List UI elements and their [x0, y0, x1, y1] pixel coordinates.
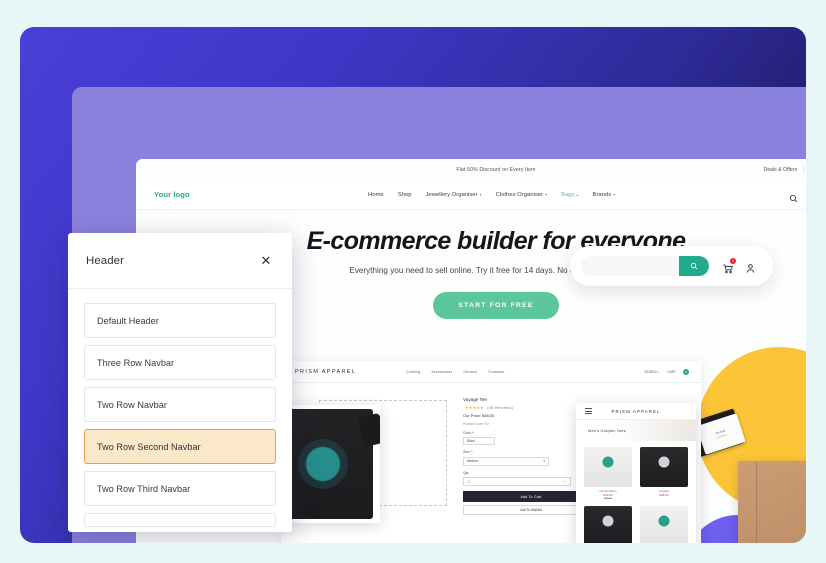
modal-title: Header [86, 254, 124, 267]
floating-widget-icons: 1 [722, 257, 756, 273]
nav-item-bags[interactable]: Bags ▴ [561, 192, 578, 198]
product-was-price: $38.00 [604, 497, 612, 500]
header-option-two-row-second-navbar[interactable]: Two Row Second Navbar [84, 429, 276, 464]
product-thumb [584, 447, 632, 487]
size-value: Medium [467, 459, 479, 463]
chevron-down-icon: ▾ [479, 192, 482, 197]
search-input[interactable] [581, 256, 679, 276]
chevron-down-icon: ▾ [613, 192, 616, 197]
nav-label: Bags [561, 191, 575, 198]
product-image-card [281, 405, 380, 523]
mobile-topbar: PRISM APPAREL [576, 403, 696, 420]
utility-links: Deals & Offers | About Us [763, 159, 806, 180]
list-item[interactable]: Constellation $29.00 $38.00 [584, 447, 632, 500]
nav-item-shop[interactable]: Shop [398, 192, 412, 198]
nav-item-clothes-organiser[interactable]: Clothes Organiser ▾ [496, 192, 548, 198]
chevron-down-icon: ▾ [545, 192, 548, 197]
list-item[interactable]: Halo $31.00 [640, 506, 688, 543]
promo-text: Flat 50% Discount on Every Item [456, 166, 536, 173]
site-logo[interactable]: Your logo [154, 190, 190, 199]
mobile-hero-label: Men's Graphic Tees [588, 428, 626, 433]
hamburger-menu-icon[interactable] [585, 406, 592, 415]
mockup-nav-clothing[interactable]: Clothing [406, 370, 420, 374]
account-icon[interactable] [745, 261, 756, 273]
chevron-down-icon: ▾ [543, 459, 545, 463]
hero-gradient-panel: Flat 50% Discount on Every Item Deals & … [20, 27, 806, 543]
nav-label: Home [368, 191, 384, 198]
review-count: (48 Reviews) [487, 405, 513, 410]
product-thumb [640, 506, 688, 543]
mockup-nav-right: SEARCH... CART 0 [644, 368, 689, 375]
site-utility-bar: Flat 50% Discount on Every Item Deals & … [136, 159, 806, 180]
nav-label: Clothes Organiser [495, 191, 544, 198]
mobile-brand: PRISM APPAREL [611, 408, 661, 414]
qty-value: 1 [468, 479, 470, 484]
cart-badge: 1 [730, 257, 736, 264]
floating-search-widget: 1 [570, 246, 773, 286]
search-submit-button[interactable] [679, 256, 709, 276]
modal-header: Header ✕ [68, 233, 292, 289]
mockup-brand: PRISM APPAREL [295, 368, 357, 375]
header-option-two-row-third-navbar[interactable]: Two Row Third Navbar [84, 471, 276, 506]
nav-item-brands[interactable]: Brands ▾ [593, 192, 616, 198]
shipping-box: PRISM APPAREL [738, 461, 806, 543]
start-for-free-button[interactable]: START FOR FREE [433, 292, 559, 319]
close-icon[interactable]: ✕ [258, 253, 274, 269]
header-option-default-header[interactable]: Default Header [84, 303, 276, 338]
size-select[interactable]: Medium ▾ [463, 456, 549, 466]
header-picker-modal: Header ✕ Default Header Three Row Navbar… [68, 233, 292, 532]
header-option-three-row-navbar[interactable]: Three Row Navbar [84, 345, 276, 380]
screenshot-canvas: Flat 50% Discount on Every Item Deals & … [0, 0, 826, 563]
site-nav-icons: 1 [789, 190, 806, 203]
nav-label: Shop [397, 191, 412, 198]
product-price: $48.00 [659, 493, 669, 497]
quantity-stepper[interactable]: 1 ⌃ [463, 477, 571, 486]
color-select[interactable]: Black [463, 437, 495, 445]
search-icon[interactable] [789, 190, 798, 203]
mobile-preview-mockup: PRISM APPAREL Men's Graphic Tees Constel… [576, 403, 696, 543]
list-item[interactable]: Eclipse $34.00 [584, 506, 632, 543]
site-navbar: Your logo Home Shop Jewellery Organiser … [136, 180, 806, 210]
mockup-search-label[interactable]: SEARCH... [644, 370, 660, 374]
nav-item-jewellery-organiser[interactable]: Jewellery Organiser ▾ [425, 192, 481, 198]
mobile-hero: Men's Graphic Tees [576, 420, 696, 441]
stars-icon: ★★★★★ [465, 405, 484, 410]
mockup-nav-footwear[interactable]: Footwear [489, 370, 505, 374]
header-option-list: Default Header Three Row Navbar Two Row … [68, 289, 292, 527]
nav-label: Jewellery Organiser [425, 191, 478, 198]
cart-icon[interactable]: 1 [722, 257, 736, 273]
product-title: Voyage Tee [463, 397, 487, 402]
search-input-wrap [581, 256, 709, 276]
mockup-nav-outdoor[interactable]: Outdoor [463, 370, 477, 374]
tshirt-photo [281, 409, 373, 519]
mockup-navbar: PRISM APPAREL Clothing Accessories Outdo… [281, 361, 701, 383]
header-option-partial[interactable] [84, 513, 276, 527]
utility-link-deals[interactable]: Deals & Offers [763, 167, 797, 173]
mockup-nav-links: Clothing Accessories Outdoor Footwear [406, 370, 505, 374]
mobile-product-grid: Constellation $29.00 $38.00 Voyage $48.0… [576, 441, 696, 543]
chevron-up-icon: ▴ [576, 192, 579, 197]
header-option-two-row-navbar[interactable]: Two Row Navbar [84, 387, 276, 422]
mockup-nav-accessories[interactable]: Accessories [431, 370, 452, 374]
nav-item-home[interactable]: Home [368, 192, 384, 198]
product-thumb [640, 447, 688, 487]
mockup-cart-label[interactable]: CART [667, 370, 676, 374]
utility-divider: | [803, 166, 805, 173]
card-line-2: APPAREL [716, 433, 728, 439]
qty-caret-icon: ⌃ [563, 479, 566, 484]
nav-label: Brands [592, 191, 612, 198]
site-nav-links: Home Shop Jewellery Organiser ▾ Clothes … [368, 192, 615, 198]
mockup-cart-count: 0 [683, 368, 689, 375]
product-thumb [584, 506, 632, 543]
list-item[interactable]: Voyage $48.00 [640, 447, 688, 500]
